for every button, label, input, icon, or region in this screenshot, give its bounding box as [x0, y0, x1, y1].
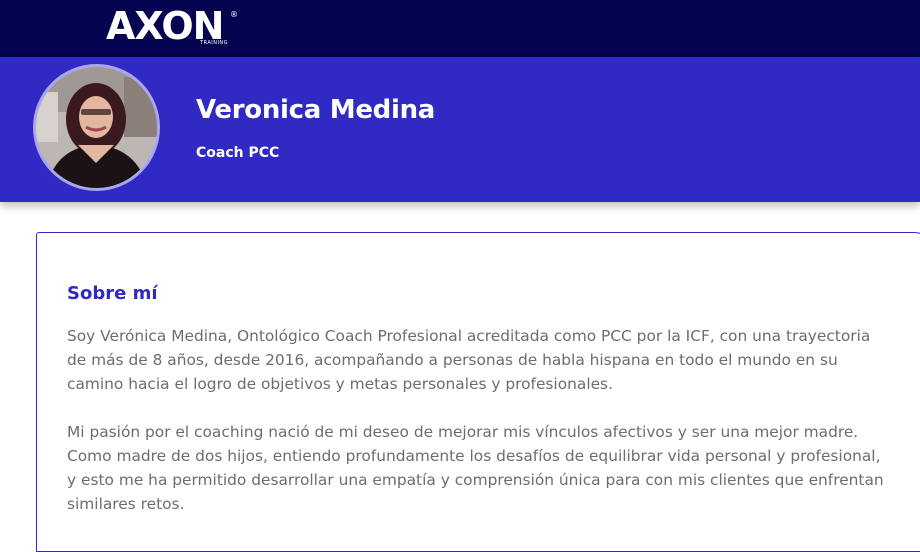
- about-paragraph: Soy Verónica Medina, Ontológico Coach Pr…: [67, 327, 871, 393]
- profile-name: Veronica Medina: [196, 95, 436, 125]
- logo-registered-mark: ®: [230, 10, 238, 19]
- about-paragraph: Mi pasión por el coaching nació de mi de…: [67, 423, 884, 513]
- about-title: Sobre mí: [67, 283, 158, 304]
- coach-portrait-icon: [36, 67, 157, 188]
- profile-role: Coach PCC: [196, 145, 280, 161]
- logo-subtext: TRAINING: [200, 40, 229, 46]
- top-navbar: AXON ® TRAINING: [0, 0, 920, 57]
- avatar: [33, 64, 160, 191]
- axon-logo[interactable]: AXON ® TRAINING: [106, 4, 246, 48]
- about-card: Sobre mí Soy Verónica Medina, Ontológico…: [36, 232, 920, 552]
- profile-banner: Veronica Medina Coach PCC: [0, 57, 920, 202]
